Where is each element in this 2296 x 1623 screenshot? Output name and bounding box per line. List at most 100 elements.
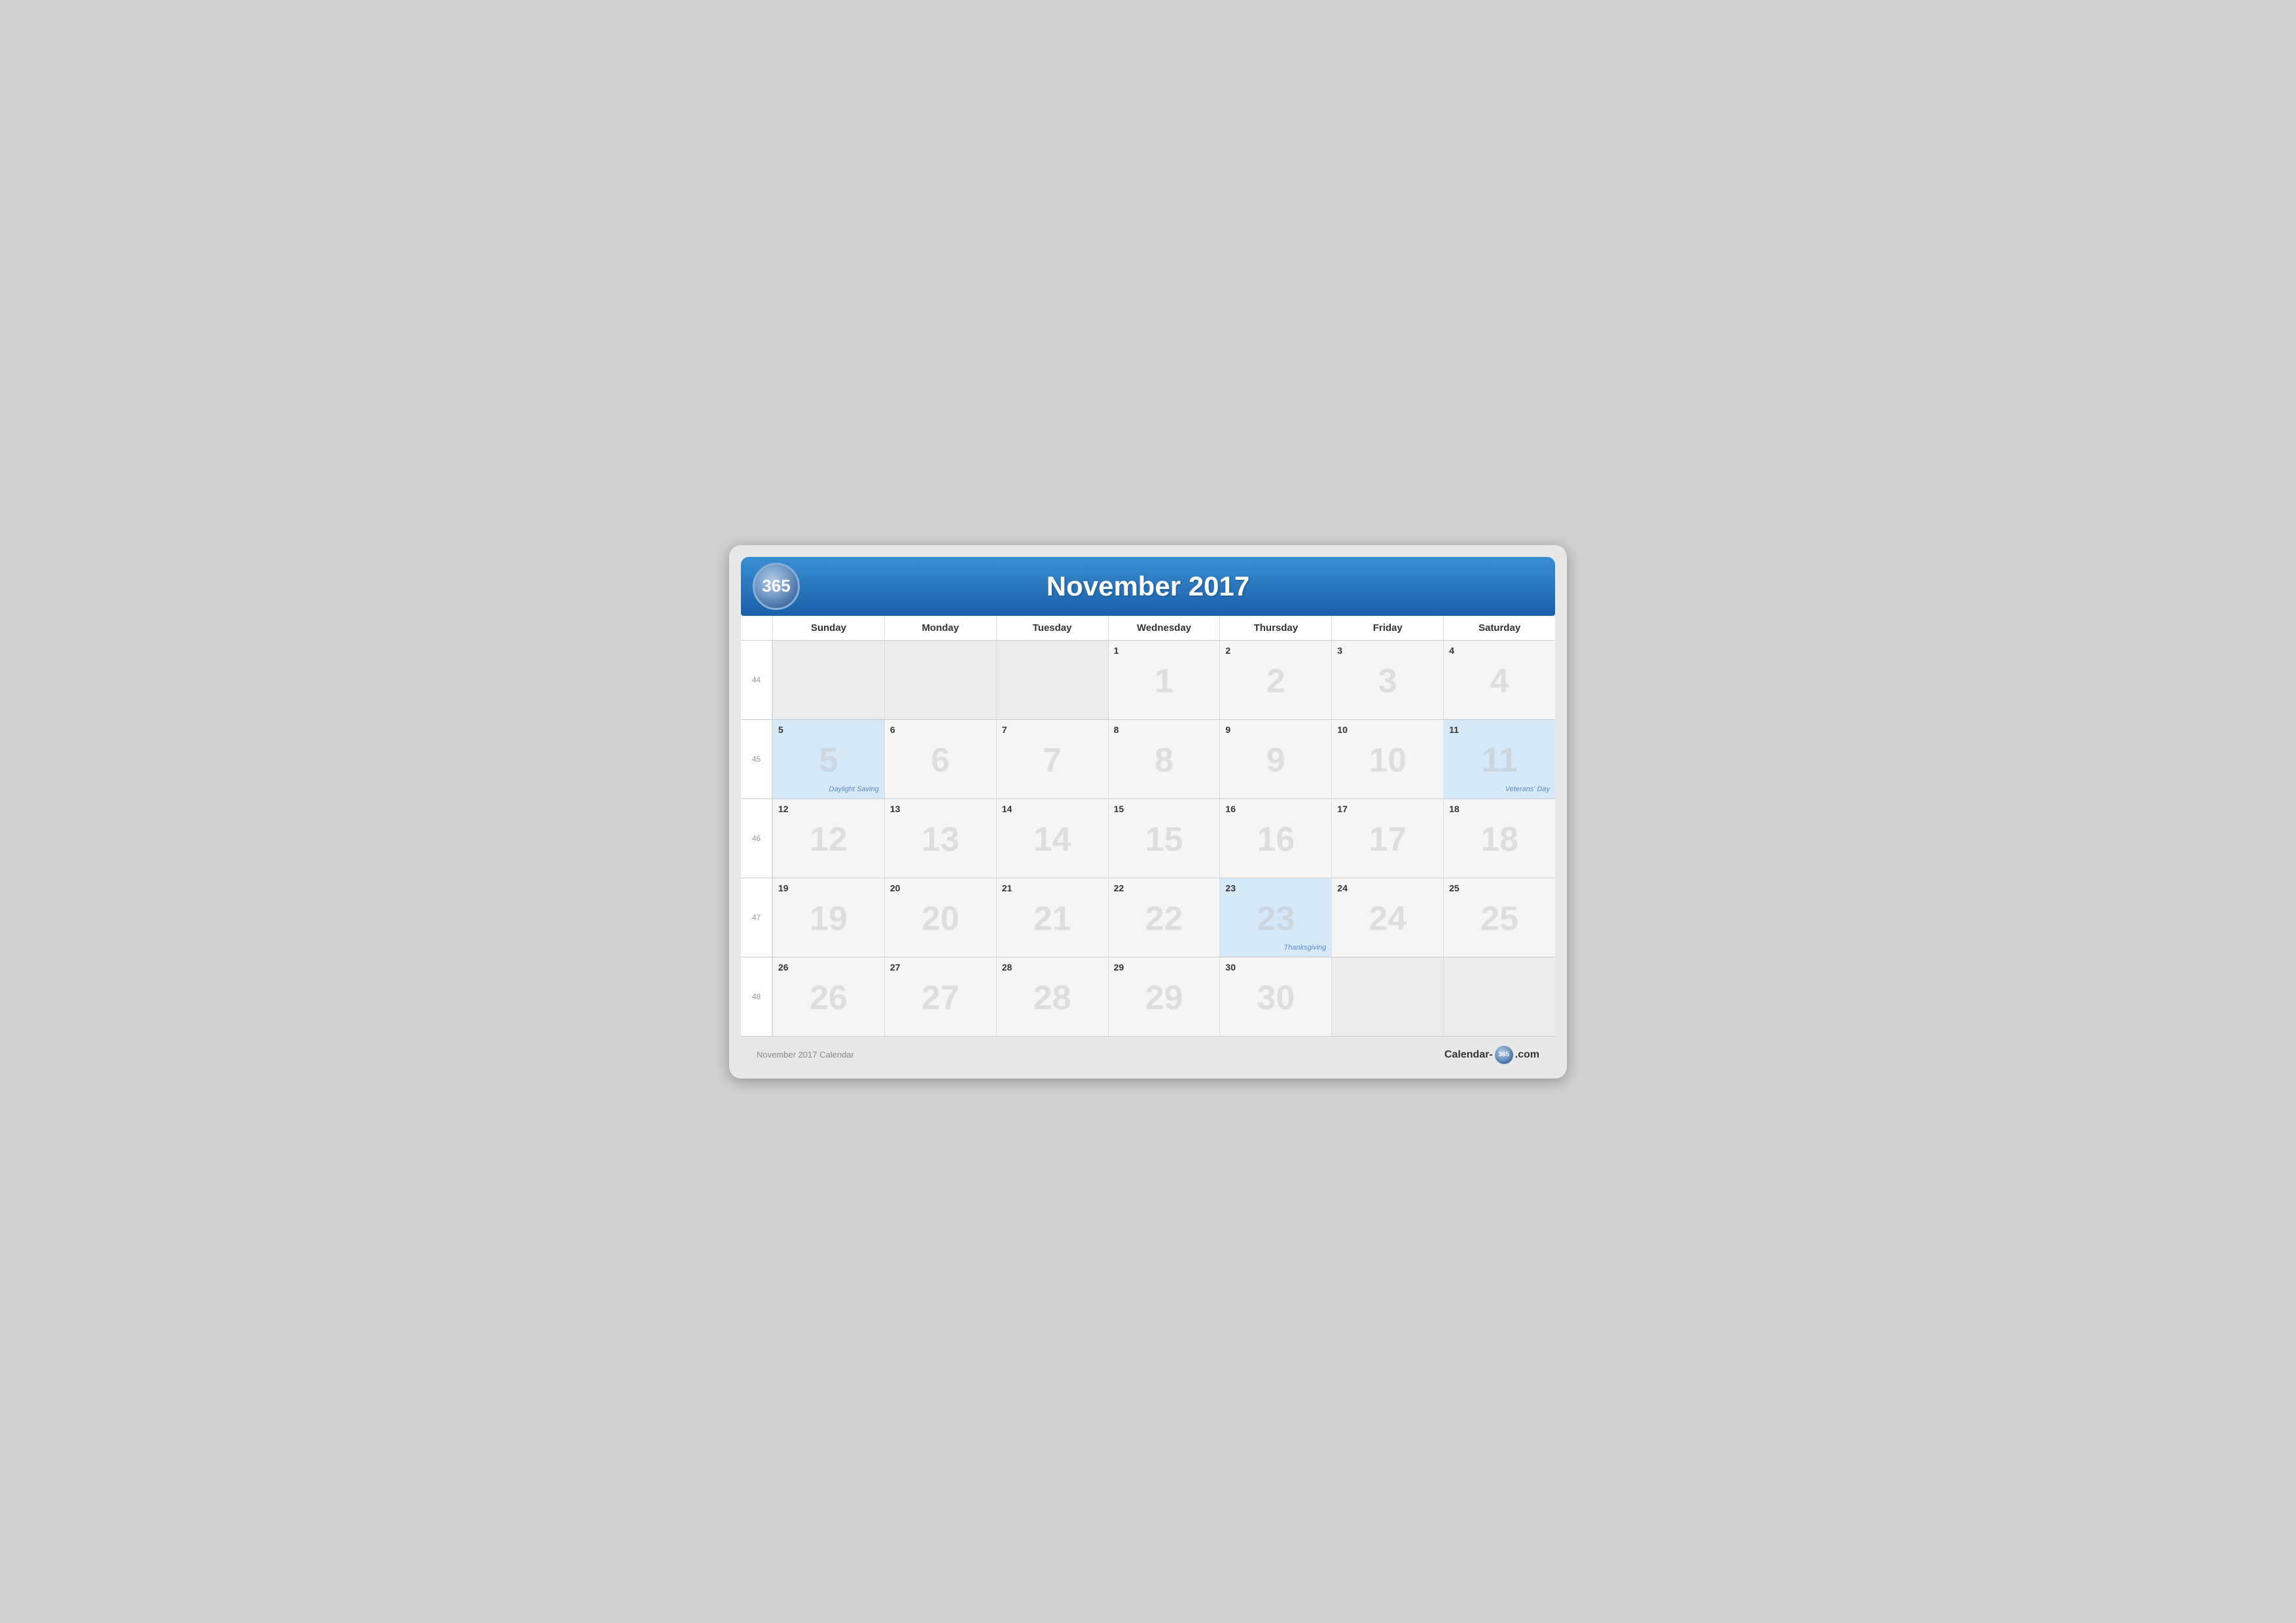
calendar-page: 365 November 2017 SundayMondayTuesdayWed…	[729, 545, 1567, 1079]
day-watermark: 11	[1482, 741, 1518, 780]
calendar-day[interactable]: 1515	[1108, 799, 1220, 878]
day-number: 25	[1449, 882, 1550, 895]
week-number: 48	[741, 957, 772, 1036]
calendar-day[interactable]: 99	[1219, 720, 1331, 798]
calendar-day[interactable]: 88	[1108, 720, 1220, 798]
calendar-day[interactable]: 23 23 Thanksgiving	[1219, 878, 1331, 957]
week-number: 45	[741, 720, 772, 798]
dow-header-wednesday: Wednesday	[1108, 616, 1220, 640]
day-watermark: 23	[1257, 899, 1295, 938]
calendar-day[interactable]: 3030	[1219, 957, 1331, 1036]
calendar-day[interactable]: 2525	[1443, 878, 1555, 957]
calendar-day[interactable]: 55Daylight Saving	[772, 720, 884, 798]
calendar-day[interactable]: 2121	[996, 878, 1108, 957]
day-watermark: 16	[1257, 820, 1295, 859]
day-watermark: 26	[810, 978, 848, 1018]
calendar-day[interactable]: 1212	[772, 799, 884, 878]
calendar-day[interactable]: 2727	[884, 957, 996, 1036]
day-number: 27	[890, 961, 991, 974]
day-event-label: Daylight Saving	[829, 785, 878, 793]
footer-brand-right: .com	[1515, 1049, 1539, 1061]
calendar-day[interactable]: 22	[1219, 641, 1331, 719]
day-watermark: 6	[931, 741, 950, 780]
calendar-title: November 2017	[767, 571, 1529, 602]
day-number: 15	[1114, 803, 1215, 816]
calendar-day[interactable]	[1331, 957, 1443, 1036]
day-number: 3	[1337, 645, 1438, 658]
day-watermark: 17	[1369, 820, 1407, 859]
day-event-label: Thanksgiving	[1283, 944, 1326, 952]
calendar-day[interactable]: 1818	[1443, 799, 1555, 878]
day-event-label: Veterans' Day	[1505, 785, 1550, 793]
calendar-day[interactable]: 2020	[884, 878, 996, 957]
day-watermark: 12	[810, 820, 848, 859]
day-number: 23	[1225, 882, 1326, 895]
day-number: 30	[1225, 961, 1326, 974]
calendar-week: 4555Daylight Saving6677889910101111Veter…	[741, 720, 1555, 799]
day-number: 6	[890, 724, 991, 737]
day-number: 14	[1002, 803, 1103, 816]
calendar-header: 365 November 2017	[741, 557, 1555, 616]
calendar-day[interactable]: 33	[1331, 641, 1443, 719]
day-number: 1	[1114, 645, 1215, 658]
footer-brand-left: Calendar-	[1444, 1049, 1493, 1061]
calendar-day[interactable]: 2222	[1108, 878, 1220, 957]
day-number: 9	[1225, 724, 1326, 737]
calendar-day[interactable]: 66	[884, 720, 996, 798]
dow-header-monday: Monday	[884, 616, 996, 640]
calendar-day[interactable]: 44	[1443, 641, 1555, 719]
day-watermark: 29	[1145, 978, 1183, 1018]
logo-badge: 365	[753, 563, 800, 610]
dow-header-saturday: Saturday	[1443, 616, 1555, 640]
calendar-day[interactable]: 77	[996, 720, 1108, 798]
day-watermark: 20	[922, 899, 960, 938]
calendar-day[interactable]: 2626	[772, 957, 884, 1036]
calendar-day[interactable]: 1414	[996, 799, 1108, 878]
calendar-day[interactable]: 1010	[1331, 720, 1443, 798]
calendar-day[interactable]: 1313	[884, 799, 996, 878]
calendar-body: 44112233444555Daylight Saving66778899101…	[741, 641, 1555, 1037]
calendar-week: 4411223344	[741, 641, 1555, 720]
day-number: 17	[1337, 803, 1438, 816]
day-number: 16	[1225, 803, 1326, 816]
calendar-day[interactable]	[884, 641, 996, 719]
calendar-day[interactable]	[996, 641, 1108, 719]
day-number: 10	[1337, 724, 1438, 737]
calendar-day[interactable]: 1111Veterans' Day	[1443, 720, 1555, 798]
day-number: 22	[1114, 882, 1215, 895]
day-watermark: 21	[1033, 899, 1071, 938]
page-footer: November 2017 Calendar Calendar- 365 .co…	[741, 1037, 1555, 1067]
day-number: 29	[1114, 961, 1215, 974]
calendar-week: 4826262727282829293030	[741, 957, 1555, 1037]
footer-left-text: November 2017 Calendar	[757, 1050, 854, 1060]
day-number: 8	[1114, 724, 1215, 737]
day-watermark: 4	[1490, 662, 1509, 701]
day-number: 12	[778, 803, 879, 816]
day-number: 18	[1449, 803, 1550, 816]
day-watermark: 8	[1155, 741, 1174, 780]
day-watermark: 2	[1266, 662, 1285, 701]
day-watermark: 19	[810, 899, 848, 938]
day-watermark: 25	[1480, 899, 1518, 938]
calendar-day[interactable]: 1717	[1331, 799, 1443, 878]
dow-week-spacer	[741, 616, 772, 640]
dow-row: SundayMondayTuesdayWednesdayThursdayFrid…	[741, 616, 1555, 641]
calendar-day[interactable]: 1616	[1219, 799, 1331, 878]
day-watermark: 28	[1033, 978, 1071, 1018]
week-number: 46	[741, 799, 772, 878]
calendar-day[interactable]: 2929	[1108, 957, 1220, 1036]
day-watermark: 14	[1033, 820, 1071, 859]
footer-365-badge: 365	[1495, 1046, 1513, 1064]
day-watermark: 22	[1145, 899, 1183, 938]
day-number: 20	[890, 882, 991, 895]
calendar-week: 461212131314141515161617171818	[741, 799, 1555, 878]
calendar-day[interactable]: 2828	[996, 957, 1108, 1036]
calendar-day[interactable]: 2424	[1331, 878, 1443, 957]
calendar-day[interactable]	[1443, 957, 1555, 1036]
calendar-day[interactable]: 1919	[772, 878, 884, 957]
day-watermark: 13	[922, 820, 960, 859]
calendar-day[interactable]: 11	[1108, 641, 1220, 719]
day-number: 24	[1337, 882, 1438, 895]
calendar-day[interactable]	[772, 641, 884, 719]
week-number: 47	[741, 878, 772, 957]
